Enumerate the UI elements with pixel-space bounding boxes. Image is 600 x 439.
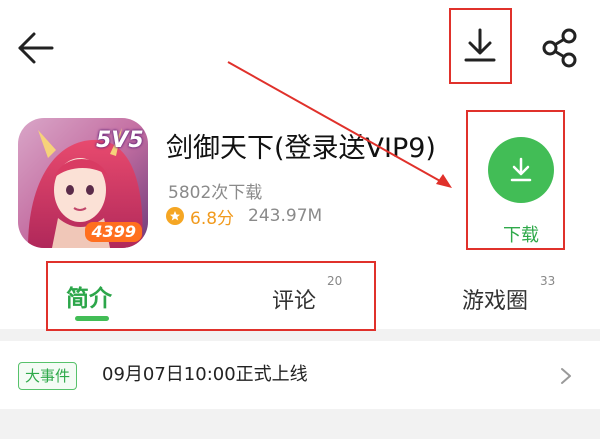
file-size: 243.97M	[248, 206, 323, 226]
tab-intro[interactable]: 简介	[66, 279, 112, 313]
event-tag: 大事件	[18, 362, 78, 390]
arrow-left-icon	[18, 32, 54, 64]
download-button-label[interactable]: 下载	[488, 221, 554, 247]
share-icon	[542, 28, 577, 68]
share-button[interactable]	[538, 26, 582, 70]
app-icon: 5V5 4399	[18, 118, 148, 248]
tab-comments[interactable]: 评论	[272, 283, 316, 315]
rating-row: 6.8分 243.97M	[166, 205, 323, 229]
back-button[interactable]	[14, 28, 58, 68]
download-manager-button[interactable]	[458, 24, 502, 68]
star-icon	[166, 207, 184, 225]
download-icon	[510, 157, 532, 182]
app-title: 剑御天下(登录送VIP9)	[166, 133, 436, 164]
download-tray-icon	[464, 28, 496, 62]
bottom-divider	[0, 409, 600, 439]
download-button[interactable]	[488, 137, 554, 203]
event-text: 09月07日10:00正式上线	[102, 364, 308, 385]
chevron-right-icon	[561, 368, 571, 384]
event-row[interactable]: 大事件 09月07日10:00正式上线	[0, 341, 600, 409]
section-divider	[0, 329, 600, 341]
tab-game-circle-count: 33	[540, 274, 556, 288]
tab-comments-count: 20	[327, 274, 343, 288]
download-count: 5802次下载	[168, 183, 263, 203]
tab-game-circle[interactable]: 游戏圈	[462, 283, 528, 315]
icon-overlay-text: 5V5	[96, 128, 144, 153]
rating-value: 6.8分	[190, 208, 235, 229]
active-tab-indicator	[75, 316, 109, 321]
icon-badge-4399: 4399	[85, 222, 142, 242]
